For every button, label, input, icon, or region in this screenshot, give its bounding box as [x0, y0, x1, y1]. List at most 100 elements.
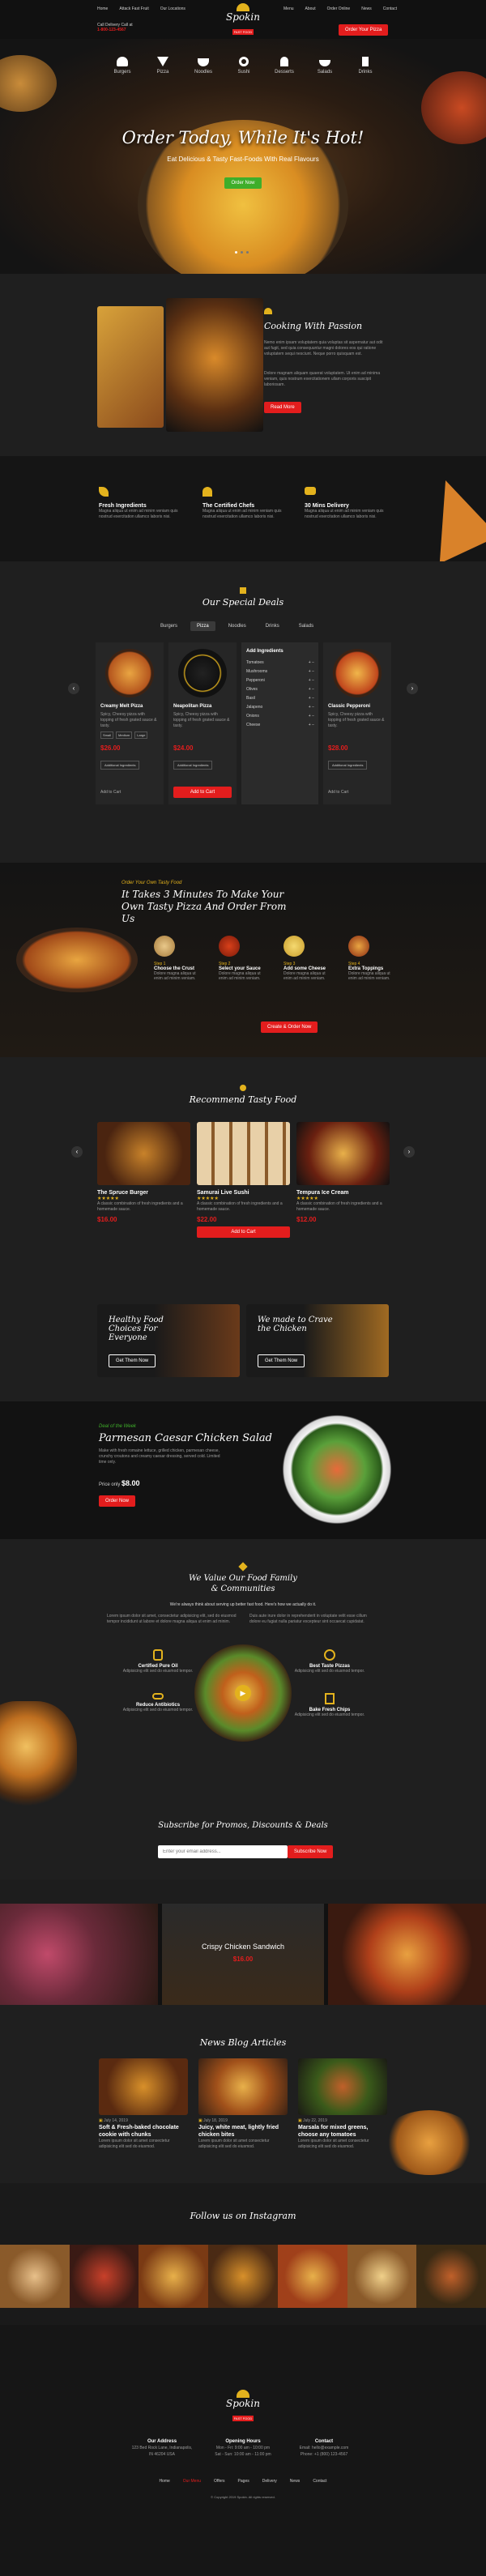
footer-link[interactable]: Offers — [214, 2479, 225, 2484]
footer-link[interactable]: Our Menu — [183, 2479, 201, 2484]
hero-slider-dots[interactable] — [235, 251, 249, 254]
instagram-photo[interactable] — [0, 2245, 70, 2308]
email-input[interactable] — [158, 1845, 288, 1858]
food-name: Tempura Ice Cream — [296, 1190, 349, 1196]
tab-pizza[interactable]: Pizza — [190, 621, 215, 631]
recommended-next-arrow[interactable]: › — [403, 1146, 415, 1158]
pizza-paddle-image — [16, 928, 138, 992]
instagram-photo[interactable] — [347, 2245, 417, 2308]
category-burgers[interactable]: Burgers — [112, 57, 133, 75]
news-headline[interactable]: Marsala for mixed greens, choose any tom… — [298, 2124, 387, 2139]
hero: Burgers Pizza Noodles Sushi Desserts Sal… — [0, 39, 486, 274]
size-option[interactable]: Small — [100, 731, 114, 739]
instagram-photo[interactable] — [277, 2245, 347, 2308]
category-desserts[interactable]: Desserts — [274, 57, 295, 75]
recommended-section: Recommend Tasty Food ‹ › The Spruce Burg… — [0, 1057, 486, 1401]
instagram-photo[interactable] — [208, 2245, 278, 2308]
recommended-prev-arrow[interactable]: ‹ — [71, 1146, 83, 1158]
news-card[interactable]: ▣ July 18, 2019 Juicy, white meat, light… — [198, 2058, 288, 2150]
feature-title: 30 Mins Delivery — [305, 503, 349, 509]
salad-order-button[interactable]: Order Now — [99, 1495, 136, 1507]
news-card[interactable]: ▣ July 14, 2019 Soft & Fresh-baked choco… — [99, 2058, 188, 2150]
additional-ingredients-button[interactable]: Additional Ingredients — [100, 761, 140, 770]
tab-noodles[interactable]: Noodles — [222, 621, 253, 631]
ingredient-row[interactable]: Onions + − — [246, 712, 314, 721]
instagram-photo[interactable] — [139, 2245, 209, 2308]
ingredient-row[interactable]: Mushrooms + − — [246, 667, 314, 676]
nav-link-locations[interactable]: Our Locations — [160, 6, 185, 11]
promo-banner-chicken[interactable]: We made to Crave the Chicken Get Them No… — [246, 1304, 389, 1377]
sauce-icon — [219, 936, 240, 957]
ingredient-row[interactable]: Basil + − — [246, 694, 314, 703]
features-section: Fresh Ingredients Magna aliqua ut enim a… — [0, 456, 486, 561]
footer-link[interactable]: News — [290, 2479, 301, 2484]
nav-link-menu[interactable]: Menu — [284, 6, 294, 11]
ingredient-row[interactable]: Cheese + − — [246, 721, 314, 730]
values-text-1: Lorem ipsum dolor sit amet, consectetur … — [107, 1614, 237, 1624]
tab-burgers[interactable]: Burgers — [154, 621, 184, 631]
order-pizza-button[interactable]: Order Your Pizza — [339, 24, 389, 36]
deals-next-arrow[interactable]: › — [407, 683, 418, 694]
create-order-button[interactable]: Create & Order Now — [261, 1021, 318, 1033]
deals-tabs: Burgers Pizza Noodles Drinks Salads — [154, 621, 320, 631]
nav-link-fast[interactable]: Attack Fast Fruit — [119, 6, 148, 11]
nav-link-news[interactable]: News — [361, 6, 372, 11]
noodles-icon — [198, 58, 209, 66]
ingredient-row[interactable]: Jalapeno + − — [246, 703, 314, 712]
tab-drinks[interactable]: Drinks — [259, 621, 286, 631]
scooter-icon — [305, 487, 316, 495]
get-them-button[interactable]: Get Them Now — [258, 1354, 305, 1367]
cheese-icon — [284, 936, 305, 957]
footer-col-address: Our Address 123 Bed Rock Lane, Indianapo… — [131, 2439, 193, 2457]
add-to-cart-button[interactable]: Add to Cart — [100, 790, 121, 795]
add-to-cart-button[interactable]: Add to Cart — [173, 787, 232, 798]
additional-ingredients-button[interactable]: Additional Ingredients — [173, 761, 213, 770]
ingredient-row[interactable]: Tomatoes + − — [246, 659, 314, 667]
read-more-button[interactable]: Read More — [264, 402, 301, 413]
category-pizza[interactable]: Pizza — [152, 57, 173, 75]
size-option[interactable]: Medium — [116, 731, 133, 739]
category-drinks[interactable]: Drinks — [355, 57, 376, 75]
feature-title: The Certified Chefs — [202, 503, 255, 509]
news-headline[interactable]: Soft & Fresh-baked chocolate cookie with… — [99, 2124, 188, 2139]
nav-link-contact[interactable]: Contact — [383, 6, 397, 11]
instagram-photo[interactable] — [416, 2245, 486, 2308]
subscribe-button[interactable]: Subscribe Now — [288, 1845, 334, 1858]
get-them-button[interactable]: Get Them Now — [109, 1354, 156, 1367]
fried-chicken-image — [381, 2110, 478, 2175]
nav-link-order[interactable]: Order Online — [327, 6, 351, 11]
salad-section: Deal of the Week Parmesan Caesar Chicken… — [0, 1401, 486, 1539]
category-noodles[interactable]: Noodles — [193, 57, 214, 75]
footer-link[interactable]: Delivery — [262, 2479, 277, 2484]
ingredient-row[interactable]: Olives + − — [246, 685, 314, 694]
category-sushi[interactable]: Sushi — [233, 57, 254, 75]
footer-link[interactable]: Home — [159, 2479, 169, 2484]
play-video-button[interactable]: ▶ — [235, 1685, 251, 1701]
salad-price: Price only $8.00 — [99, 1479, 140, 1487]
footer-link[interactable]: Contact — [313, 2479, 326, 2484]
promo-banner-healthy[interactable]: Healthy Food Choices For Everyone Get Th… — [97, 1304, 240, 1377]
sushi-photo — [197, 1122, 290, 1185]
add-to-cart-button[interactable]: Add to Cart — [197, 1226, 290, 1238]
phone-number[interactable]: 1-800-123-4567 — [97, 28, 133, 32]
deals-prev-arrow[interactable]: ‹ — [68, 683, 79, 694]
news-card[interactable]: ▣ July 22, 2019 Marsala for mixed greens… — [298, 2058, 387, 2150]
hero-order-button[interactable]: Order Now — [224, 177, 262, 189]
logo[interactable]: Spokin FAST FOOD — [220, 2, 266, 37]
tab-salads[interactable]: Salads — [292, 621, 320, 631]
nav-link-home[interactable]: Home — [97, 6, 108, 11]
additional-ingredients-button[interactable]: Additional Ingredients — [328, 761, 368, 770]
ingredient-row[interactable]: Pepperoni + − — [246, 676, 314, 685]
size-option[interactable]: Large — [134, 731, 148, 739]
instagram-photo[interactable] — [69, 2245, 139, 2308]
category-salads[interactable]: Salads — [314, 57, 335, 75]
footer-logo[interactable]: Spokin FAST FOOD — [220, 2390, 266, 2424]
deal-card: Neapolitan Pizza Spicy, Cheesy pizza wit… — [168, 642, 237, 804]
footer-link[interactable]: Pages — [238, 2479, 249, 2484]
news-headline[interactable]: Juicy, white meat, lightly fried chicken… — [198, 2124, 288, 2139]
logo-icon — [237, 2390, 249, 2398]
nav-link-about[interactable]: About — [305, 6, 316, 11]
add-to-cart-button[interactable]: Add to Cart — [328, 790, 348, 795]
pill-icon — [152, 1693, 164, 1700]
instagram-title: Follow us on Instagram — [190, 2211, 296, 2221]
